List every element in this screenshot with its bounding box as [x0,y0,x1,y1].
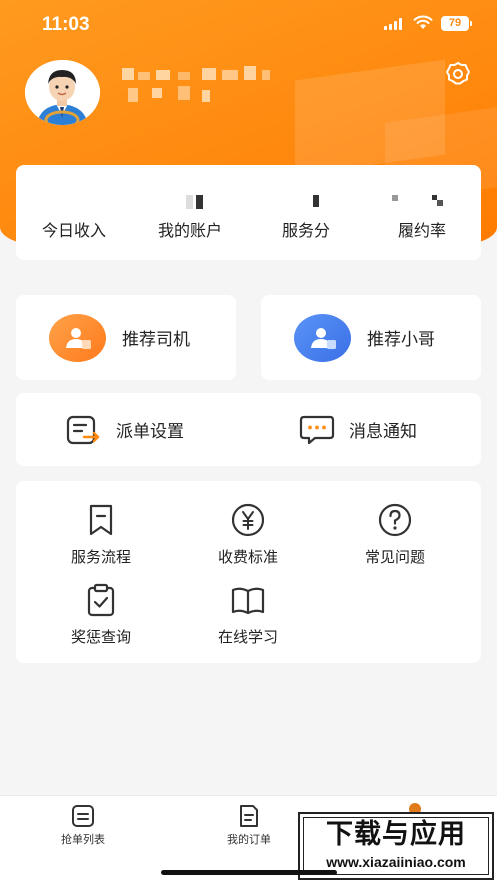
message-notifications-button[interactable]: 消息通知 [299,393,417,466]
stat-label: 服务分 [281,223,330,240]
tab-label: 抢单列表 [61,834,105,846]
status-bar: 11:03 79 [0,0,497,50]
stat-today-income[interactable]: 今日收入 [16,165,132,260]
stat-label: 今日收入 [41,223,106,240]
grid-item-label: 在线学习 [217,629,278,646]
bookmark-icon [89,504,113,536]
message-notifications-label: 消息通知 [349,422,417,441]
book-icon [231,587,265,615]
tab-my-orders[interactable]: 我的订单 [189,804,309,847]
recommend-courier-button[interactable]: 推荐小哥 [261,295,481,380]
stat-label: 我的账户 [157,223,222,240]
wifi-icon [413,15,433,29]
stat-fulfillment-rate[interactable]: 履约率 [364,165,480,260]
yen-icon [231,503,265,537]
person-icon [310,327,336,349]
dispatch-settings-button[interactable]: 派单设置 [66,393,184,466]
battery-indicator: 79 [441,16,472,31]
stat-value-hidden [364,193,480,207]
stat-service-score[interactable]: 服务分 [248,165,364,260]
recommend-courier-label: 推荐小哥 [367,330,435,349]
recommend-driver-icon [49,313,106,362]
stat-value-hidden [16,193,132,207]
gear-icon[interactable] [444,60,472,88]
person-icon [65,327,91,349]
clipboard-check-icon [87,583,115,617]
watermark-title: 下载与应用 [326,819,466,850]
tab-label: 我的订单 [227,834,271,846]
service-process-button[interactable]: 服务流程 [31,502,171,572]
grid-item-label: 收费标准 [217,549,278,566]
fee-standards-button[interactable]: 收费标准 [178,502,318,572]
stats-card: 今日收入 我的账户 服务分 履约率 [16,165,481,260]
status-time: 11:03 [42,14,90,35]
grid-item-label: 奖惩查询 [70,629,131,646]
stat-my-account[interactable]: 我的账户 [132,165,248,260]
username-mosaic [122,66,272,106]
grid-item-label: 常见问题 [364,549,425,566]
document-icon [240,805,258,827]
driver-avatar-icon [25,60,100,125]
tab-grab-orders[interactable]: 抢单列表 [23,804,143,847]
home-indicator [161,870,337,875]
stat-value-hidden [248,193,364,207]
chat-bubble-icon [299,415,335,444]
services-grid-card: 服务流程 收费标准 常见问题 奖惩查询 在线学习 [16,481,481,663]
online-learning-button[interactable]: 在线学习 [178,582,318,652]
stat-label: 履约率 [397,223,446,240]
recommend-driver-button[interactable]: 推荐司机 [16,295,236,380]
grid-item-label: 服务流程 [70,549,131,566]
faq-button[interactable]: 常见问题 [325,502,465,572]
recommend-driver-label: 推荐司机 [122,330,190,349]
function-card: 派单设置 消息通知 [16,393,481,466]
signal-icon [384,18,402,30]
list-icon [72,805,94,827]
stat-value-hidden [132,193,248,209]
dispatch-settings-icon [66,415,100,444]
dispatch-settings-label: 派单设置 [116,422,184,441]
question-icon [378,503,412,537]
watermark-url: www.xiazaiiniao.com [326,854,466,870]
rewards-penalties-button[interactable]: 奖惩查询 [31,582,171,652]
avatar[interactable] [25,60,100,125]
recommend-courier-icon [294,313,351,362]
